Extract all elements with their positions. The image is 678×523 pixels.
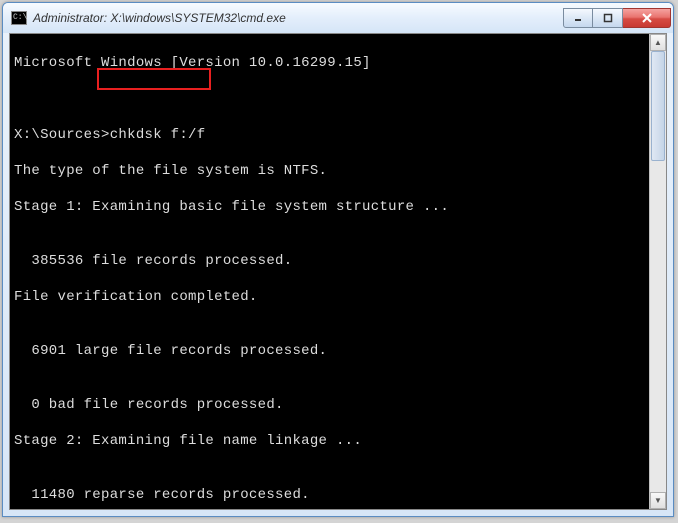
prompt: X:\Sources> [14,127,110,143]
scroll-up-arrow[interactable]: ▲ [650,34,666,51]
blank-line [14,90,662,108]
maximize-button[interactable] [593,8,623,28]
output-line: File verification completed. [14,288,662,306]
output-line: 11480 reparse records processed. [14,486,662,504]
terminal-content: Microsoft Windows [Version 10.0.16299.15… [10,34,666,510]
output-line [14,378,662,396]
output-line [14,180,662,198]
output-line: 385536 file records processed. [14,252,662,270]
output-line [14,414,662,432]
output-line [14,270,662,288]
window-controls [563,8,671,28]
terminal-area[interactable]: Microsoft Windows [Version 10.0.16299.15… [9,33,667,510]
output-line: 6901 large file records processed. [14,342,662,360]
output-line: The type of the file system is NTFS. [14,162,662,180]
scroll-track[interactable] [650,51,666,492]
version-line: Microsoft Windows [Version 10.0.16299.15… [14,54,662,72]
output-line [14,324,662,342]
minimize-button[interactable] [563,8,593,28]
output-line [14,450,662,468]
cmd-window: C:\ Administrator: X:\windows\SYSTEM32\c… [2,2,674,517]
output-line: 0 bad file records processed. [14,396,662,414]
window-title: Administrator: X:\windows\SYSTEM32\cmd.e… [33,11,563,25]
output-line [14,504,662,510]
prompt-line: X:\Sources>chkdsk f:/f [14,126,662,144]
output-line: Stage 1: Examining basic file system str… [14,198,662,216]
scroll-thumb[interactable] [651,51,665,161]
scroll-down-arrow[interactable]: ▼ [650,492,666,509]
scrollbar[interactable]: ▲ ▼ [649,34,666,509]
close-button[interactable] [623,8,671,28]
output-lines: The type of the file system is NTFS. Sta… [14,162,662,510]
output-line [14,234,662,252]
output-line [14,468,662,486]
cmd-icon: C:\ [11,11,27,25]
output-line: Stage 2: Examining file name linkage ... [14,432,662,450]
output-line [14,216,662,234]
command-text: chkdsk f:/f [110,127,206,143]
titlebar[interactable]: C:\ Administrator: X:\windows\SYSTEM32\c… [3,3,673,33]
output-line [14,360,662,378]
output-line [14,306,662,324]
